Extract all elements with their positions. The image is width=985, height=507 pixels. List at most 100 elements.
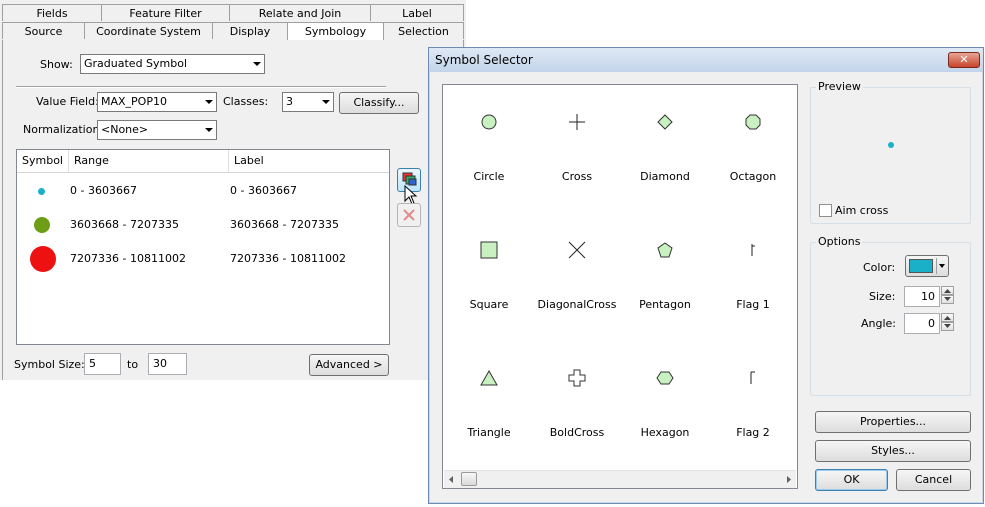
preview-group: Preview Aim cross <box>810 80 971 224</box>
diamond-icon <box>657 114 673 130</box>
symbol-flag-1[interactable]: Flag 1 <box>709 213 797 323</box>
symbol-label: Hexagon <box>640 426 690 439</box>
symbol-square[interactable]: Square <box>445 213 533 323</box>
symbol-label: Pentagon <box>639 298 691 311</box>
to-label: to <box>127 358 139 371</box>
value-field-label: Value Field: <box>36 95 99 108</box>
label-cell: 0 - 3603667 <box>230 184 297 197</box>
close-button[interactable]: ✕ <box>948 52 980 68</box>
tab-symbology[interactable]: Symbology <box>287 22 384 42</box>
chevron-down-icon <box>253 62 261 66</box>
symbol-size-max-input[interactable]: 30 <box>148 353 187 375</box>
hexagon-icon <box>656 371 674 385</box>
chevron-down-icon <box>322 100 330 104</box>
bold-cross-icon <box>568 369 586 387</box>
tab-coordinate-system[interactable]: Coordinate System <box>84 22 213 39</box>
symbol-flag-2[interactable]: Flag 2 <box>709 341 797 451</box>
medium-circle-symbol-icon <box>34 217 50 233</box>
layer-properties-dialog: Fields Feature Filter Relate and Join La… <box>0 0 466 380</box>
spin-down-icon[interactable] <box>941 322 954 331</box>
range-cell: 0 - 3603667 <box>70 184 137 197</box>
symbol-size-label: Symbol Size: <box>14 358 85 371</box>
tab-label[interactable]: Label <box>370 4 464 21</box>
scroll-left-icon[interactable] <box>447 475 455 484</box>
delete-x-icon <box>403 209 415 221</box>
symbol-selector-dialog: Symbol Selector ✕ Circle Cross Diamond O… <box>428 47 984 504</box>
classes-dropdown[interactable]: 3 <box>282 92 334 112</box>
spin-up-icon[interactable] <box>941 313 954 322</box>
angle-input[interactable]: 0 <box>904 313 940 334</box>
normalization-value: <None> <box>101 123 149 136</box>
size-spinner[interactable] <box>941 286 955 306</box>
symbol-diamond[interactable]: Diamond <box>621 85 709 195</box>
styles-button[interactable]: Styles... <box>815 440 971 462</box>
triangle-icon <box>480 369 498 386</box>
tab-selection[interactable]: Selection <box>383 22 464 39</box>
label-cell: 7207336 - 10811002 <box>230 252 346 265</box>
symbol-bold-cross[interactable]: BoldCross <box>533 341 621 451</box>
advanced-button[interactable]: Advanced > <box>309 354 389 376</box>
color-label: Color: <box>863 261 896 274</box>
symbol-hexagon[interactable]: Hexagon <box>621 341 709 451</box>
column-header-label[interactable]: Label <box>229 150 389 172</box>
show-dropdown[interactable]: Graduated Symbol <box>80 54 265 74</box>
size-input[interactable]: 10 <box>904 286 940 307</box>
symbol-diagonal-cross[interactable]: DiagonalCross <box>533 213 621 323</box>
color-swatch <box>909 259 933 273</box>
separator <box>16 86 386 88</box>
square-icon <box>480 241 498 259</box>
normalization-dropdown[interactable]: <None> <box>97 120 217 140</box>
symbol-label: Flag 1 <box>736 298 770 311</box>
pentagon-icon <box>657 242 673 258</box>
column-header-range[interactable]: Range <box>69 150 229 172</box>
column-header-symbol[interactable]: Symbol <box>17 150 69 172</box>
flag-icon <box>750 371 755 384</box>
spin-down-icon[interactable] <box>941 295 954 304</box>
options-label: Options <box>816 235 863 248</box>
size-label: Size: <box>869 290 896 303</box>
remove-symbol-button[interactable] <box>397 203 421 227</box>
ok-button[interactable]: OK <box>815 469 888 491</box>
dialog-title: Symbol Selector <box>435 53 533 67</box>
table-row[interactable]: 3603668 - 7207335 3603668 - 7207335 <box>17 208 389 242</box>
tab-source[interactable]: Source <box>2 22 85 39</box>
properties-button[interactable]: Properties... <box>815 411 971 433</box>
symbol-circle[interactable]: Circle <box>445 85 533 195</box>
tab-display[interactable]: Display <box>212 22 288 39</box>
title-bar[interactable]: Symbol Selector ✕ <box>429 48 983 72</box>
preview-symbol-icon <box>888 142 894 148</box>
symbol-cross[interactable]: Cross <box>533 85 621 195</box>
classes-value: 3 <box>286 95 293 108</box>
symbol-pentagon[interactable]: Pentagon <box>621 213 709 323</box>
table-row[interactable]: 7207336 - 10811002 7207336 - 10811002 <box>17 242 389 276</box>
tab-relate-and-join[interactable]: Relate and Join <box>229 4 371 21</box>
cancel-button[interactable]: Cancel <box>896 469 971 491</box>
symbol-size-min-input[interactable]: 5 <box>84 353 121 375</box>
value-field-dropdown[interactable]: MAX_POP10 <box>97 92 217 112</box>
symbol-triangle[interactable]: Triangle <box>445 341 533 451</box>
show-value: Graduated Symbol <box>84 57 188 70</box>
tab-fields[interactable]: Fields <box>2 4 102 21</box>
tab-feature-filter[interactable]: Feature Filter <box>101 4 230 21</box>
scrollbar-thumb[interactable] <box>461 472 477 486</box>
scroll-right-icon[interactable] <box>785 475 793 484</box>
class-breaks-table[interactable]: Symbol Range Label 0 - 3603667 0 - 36036… <box>16 149 390 345</box>
symbol-label: Cross <box>561 170 593 183</box>
table-row[interactable]: 0 - 3603667 0 - 3603667 <box>17 174 389 208</box>
symbol-gallery[interactable]: Circle Cross Diamond Octagon Square Diag… <box>442 84 798 489</box>
chevron-down-icon <box>205 128 213 132</box>
label-cell: 3603668 - 7207335 <box>230 218 339 231</box>
color-picker-button[interactable] <box>905 255 949 277</box>
aim-cross-checkbox[interactable] <box>819 204 832 217</box>
flag-icon <box>751 244 755 256</box>
angle-label: Angle: <box>861 317 897 330</box>
chevron-down-icon <box>205 100 213 104</box>
range-cell: 7207336 - 10811002 <box>70 252 186 265</box>
horizontal-scrollbar[interactable] <box>444 470 796 488</box>
symbol-octagon[interactable]: Octagon <box>709 85 797 195</box>
symbol-label: DiagonalCross <box>537 298 617 311</box>
angle-spinner[interactable] <box>941 313 955 333</box>
classify-button[interactable]: Classify... <box>339 92 419 114</box>
preview-label: Preview <box>816 80 863 93</box>
spin-up-icon[interactable] <box>941 286 954 295</box>
